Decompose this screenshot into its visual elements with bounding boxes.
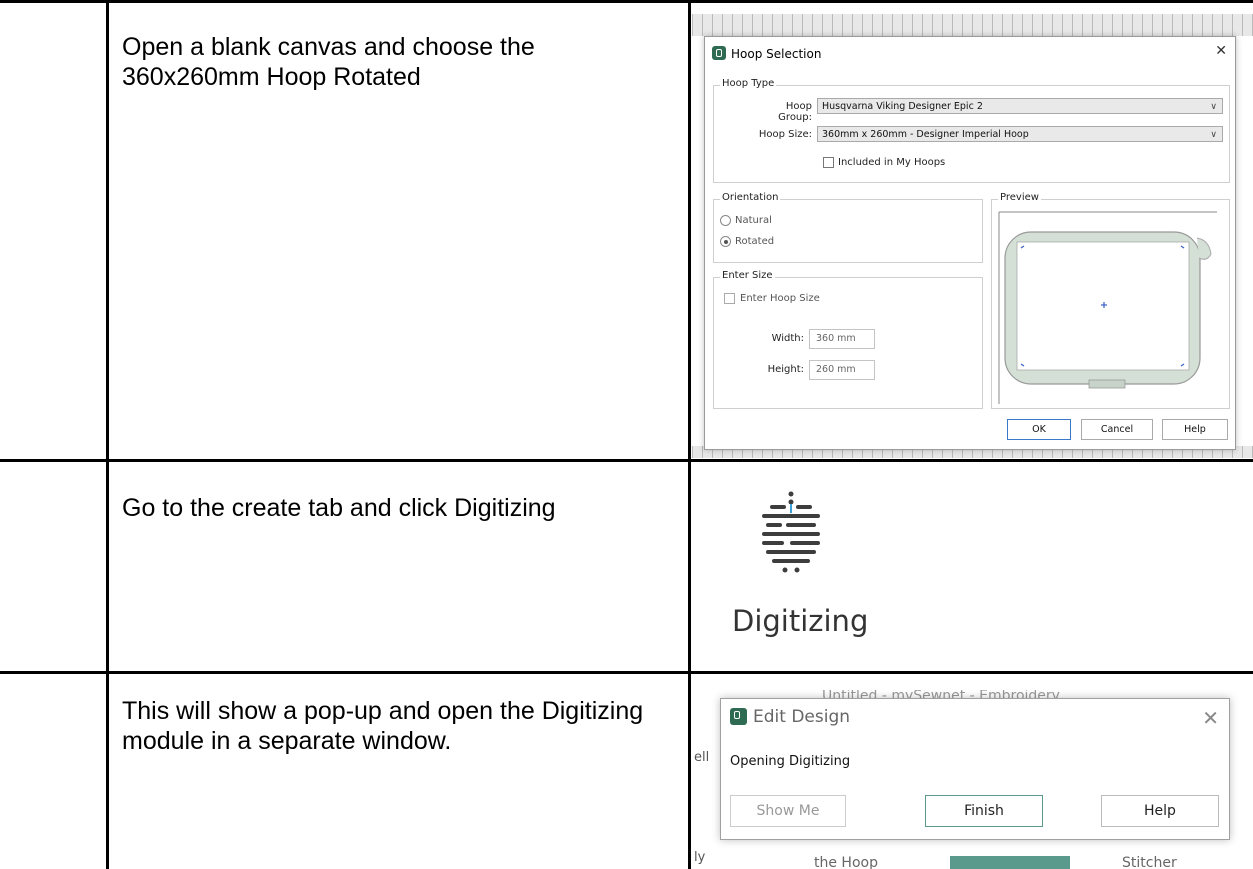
help-button[interactable]: Help (1162, 419, 1228, 440)
app-icon (712, 46, 726, 60)
cancel-button[interactable]: Cancel (1081, 419, 1153, 440)
group-label: Preview (998, 192, 1041, 203)
edit-design-dialog: Edit Design ✕ Opening Digitizing Show Me… (720, 698, 1230, 840)
included-label: Included in My Hoops (838, 157, 946, 168)
select-value: Husqvarna Viking Designer Epic 2 (822, 101, 983, 112)
height-label: Height: (767, 364, 804, 375)
orientation-group: Orientation Natural Rotated (713, 192, 983, 263)
hoop-preview (998, 211, 1217, 404)
step-instruction: Open a blank canvas and choose the 360x2… (122, 33, 535, 91)
group-label: Hoop Type (720, 78, 777, 89)
enter-size-group: Enter Size Enter Hoop Size Width: 360 mm… (713, 270, 983, 409)
select-value: 360mm x 260mm - Designer Imperial Hoop (822, 129, 1029, 140)
rotated-label: Rotated (735, 236, 775, 247)
app-icon (730, 708, 747, 725)
row-divider (0, 459, 1253, 462)
table-border-top (0, 0, 1253, 3)
hoop-type-group: Hoop Type Hoop Group: Husqvarna Viking D… (713, 78, 1230, 183)
background-fragment: ly (694, 850, 706, 865)
height-field[interactable]: 260 mm (809, 360, 875, 380)
chevron-down-icon: ∨ (1210, 102, 1217, 112)
hoop-selection-dialog: Hoop Selection ✕ Hoop Type Hoop Group: H… (704, 36, 1236, 450)
finish-button[interactable]: Finish (925, 795, 1043, 827)
enter-hoop-size-label: Enter Hoop Size (740, 293, 820, 304)
chevron-down-icon: ∨ (1210, 130, 1217, 140)
background-fragment: the Hoop (814, 855, 878, 869)
column-divider (106, 0, 109, 869)
close-icon[interactable]: ✕ (1202, 706, 1219, 730)
preview-group: Preview (991, 192, 1230, 409)
enter-hoop-size-checkbox[interactable] (724, 293, 735, 304)
included-checkbox[interactable] (823, 157, 834, 168)
rotated-radio[interactable] (720, 236, 731, 247)
close-icon[interactable]: ✕ (1215, 43, 1227, 59)
step-instruction: Go to the create tab and click Digitizin… (122, 494, 556, 522)
dialog-message: Opening Digitizing (730, 754, 851, 769)
hoop-size-select[interactable]: 360mm x 260mm - Designer Imperial Hoop ∨ (817, 126, 1223, 142)
ok-button[interactable]: OK (1007, 419, 1071, 440)
hoop-group-select[interactable]: Husqvarna Viking Designer Epic 2 ∨ (817, 98, 1223, 114)
hoop-selection-screenshot: Hoop Selection ✕ Hoop Type Hoop Group: H… (692, 14, 1253, 458)
dialog-title: Hoop Selection (731, 47, 822, 61)
group-label: Enter Size (720, 270, 775, 281)
edit-design-screenshot: Untitled - mySewnet - Embroidery ell ly … (692, 690, 1253, 869)
group-label: Orientation (720, 192, 781, 203)
width-field[interactable]: 360 mm (809, 329, 875, 349)
hoop-group-label: Hoop Group: (778, 101, 812, 123)
background-fragment (950, 856, 1070, 869)
dialog-title: Edit Design (753, 707, 851, 727)
natural-label: Natural (735, 215, 772, 226)
column-divider (688, 0, 691, 869)
width-label: Width: (771, 333, 804, 344)
ruler (692, 14, 1253, 36)
step-instruction: This will show a pop-up and open the Dig… (122, 697, 644, 755)
background-fragment: Stitcher (1122, 855, 1177, 869)
digitizing-icon[interactable] (736, 490, 846, 590)
row-divider (0, 671, 1253, 674)
natural-radio[interactable] (720, 215, 731, 226)
help-button[interactable]: Help (1101, 795, 1219, 827)
background-fragment: ell (694, 750, 710, 765)
show-me-button[interactable]: Show Me (730, 795, 846, 827)
hoop-size-label: Hoop Size: (758, 129, 812, 140)
digitizing-label: Digitizing (732, 604, 869, 638)
